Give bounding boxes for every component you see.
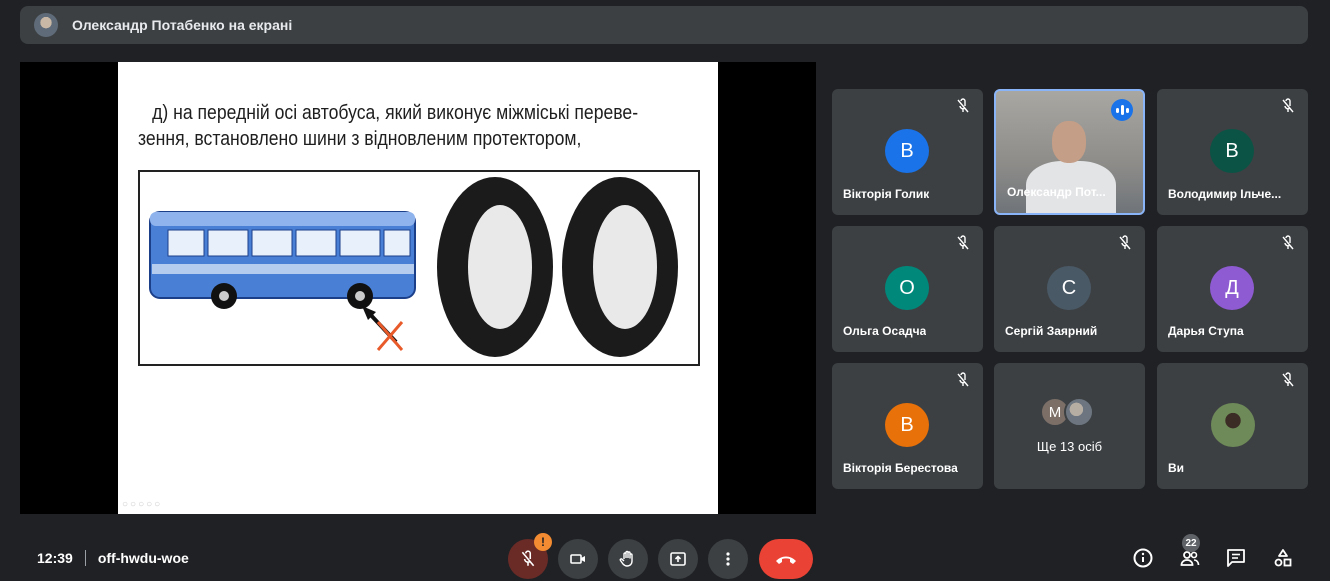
shared-screen[interactable]: д) на передній осі автобуса, який викону…	[20, 62, 816, 514]
divider	[84, 550, 86, 566]
slide-illustration	[138, 170, 700, 366]
self-avatar	[1211, 403, 1255, 447]
participant-avatar: О	[885, 266, 929, 310]
mic-off-icon	[957, 372, 969, 387]
chat-button[interactable]	[1222, 544, 1250, 572]
mic-warning-badge: !	[534, 533, 552, 551]
participant-avatar: Д	[1210, 266, 1254, 310]
mic-off-icon	[957, 98, 969, 113]
activities-button[interactable]	[1269, 544, 1297, 572]
participant-tile[interactable]: О Ольга Осадча	[832, 226, 983, 352]
leave-call-button[interactable]	[759, 539, 813, 579]
meeting-details-button[interactable]	[1129, 544, 1157, 572]
participant-tile[interactable]: В Вікторія Берестова	[832, 363, 983, 489]
speaking-indicator-icon	[1111, 99, 1133, 121]
participant-name: Ви	[1168, 461, 1185, 475]
participant-name: Ольга Осадча	[843, 324, 927, 338]
presentation-slide: д) на передній осі автобуса, який викону…	[118, 62, 718, 514]
tire-image-2	[562, 177, 678, 357]
tire-image-1	[437, 177, 553, 357]
info-icon	[1133, 548, 1153, 568]
mic-off-icon	[1282, 372, 1294, 387]
participant-tile[interactable]: В Вікторія Голик	[832, 89, 983, 215]
presentation-banner: Олександр Потабенко на екрані	[20, 6, 1308, 44]
presenter-avatar	[34, 13, 58, 37]
participant-tile[interactable]: Д Дарья Ступа	[1157, 226, 1308, 352]
participant-tile-speaking[interactable]: Олександр Пот...	[994, 89, 1145, 215]
present-screen-button[interactable]	[658, 539, 698, 579]
camera-icon	[570, 554, 585, 564]
participant-name: Сергій Заярний	[1005, 324, 1098, 338]
slide-text: д) на передній осі автобуса, який викону…	[138, 100, 640, 152]
mic-off-icon	[1282, 235, 1294, 250]
people-count-badge: 22	[1182, 534, 1200, 552]
hand-icon	[619, 550, 633, 567]
more-vert-icon	[726, 552, 730, 566]
activities-icon	[1274, 549, 1292, 567]
participant-avatar: В	[1210, 129, 1254, 173]
participant-avatar: С	[1047, 266, 1091, 310]
bus-tires-illustration	[149, 177, 678, 357]
participant-tile[interactable]: С Сергій Заярний	[994, 226, 1145, 352]
camera-toggle-button[interactable]	[558, 539, 598, 579]
participant-tile[interactable]: В Володимир Ільче...	[1157, 89, 1308, 215]
present-icon	[670, 552, 686, 566]
people-button[interactable]: 22	[1176, 534, 1204, 572]
slide-line-1: д) на передній осі автобуса, який викону…	[152, 102, 639, 124]
chat-icon	[1227, 549, 1245, 567]
participant-name: Володимир Ільче...	[1168, 187, 1282, 201]
presentation-title: Олександр Потабенко на екрані	[72, 17, 293, 33]
participant-grid: В Вікторія Голик Олександр Пот... В Воло…	[832, 89, 1308, 489]
participant-avatar-photo	[1064, 397, 1094, 427]
more-participants-tile[interactable]: М Ще 13 осіб	[994, 363, 1145, 489]
mic-off-icon	[1119, 235, 1131, 250]
participant-name: Вікторія Голик	[843, 187, 930, 201]
meeting-code: off-hwdu-woe	[97, 550, 189, 566]
self-tile[interactable]: Ви	[1157, 363, 1308, 489]
control-bar: 12:39 off-hwdu-woe ! 22	[0, 530, 1330, 581]
more-participants-avatars: М	[1040, 397, 1100, 429]
participant-name: Вікторія Берестова	[843, 461, 958, 475]
bus-image	[149, 211, 416, 351]
raise-hand-button[interactable]	[608, 539, 648, 579]
mic-off-icon	[1282, 98, 1294, 113]
mic-off-icon	[957, 235, 969, 250]
more-participants-label: Ще 13 осіб	[1036, 439, 1103, 454]
slide-controls[interactable]: ○○○○○	[122, 499, 162, 510]
participant-avatar: В	[885, 403, 929, 447]
meeting-info: 12:39 off-hwdu-woe	[37, 550, 189, 566]
slide-line-2: зення, встановлено шини з відновленим пр…	[138, 128, 582, 150]
participant-name: Олександр Пот...	[1007, 185, 1106, 199]
phone-hangup-icon	[776, 556, 796, 564]
mic-off-icon	[521, 550, 535, 567]
participant-name: Дарья Ступа	[1168, 324, 1244, 338]
clock: 12:39	[37, 550, 73, 566]
microphone-toggle-button[interactable]: !	[508, 533, 552, 579]
more-options-button[interactable]	[708, 539, 748, 579]
participant-avatar: В	[885, 129, 929, 173]
